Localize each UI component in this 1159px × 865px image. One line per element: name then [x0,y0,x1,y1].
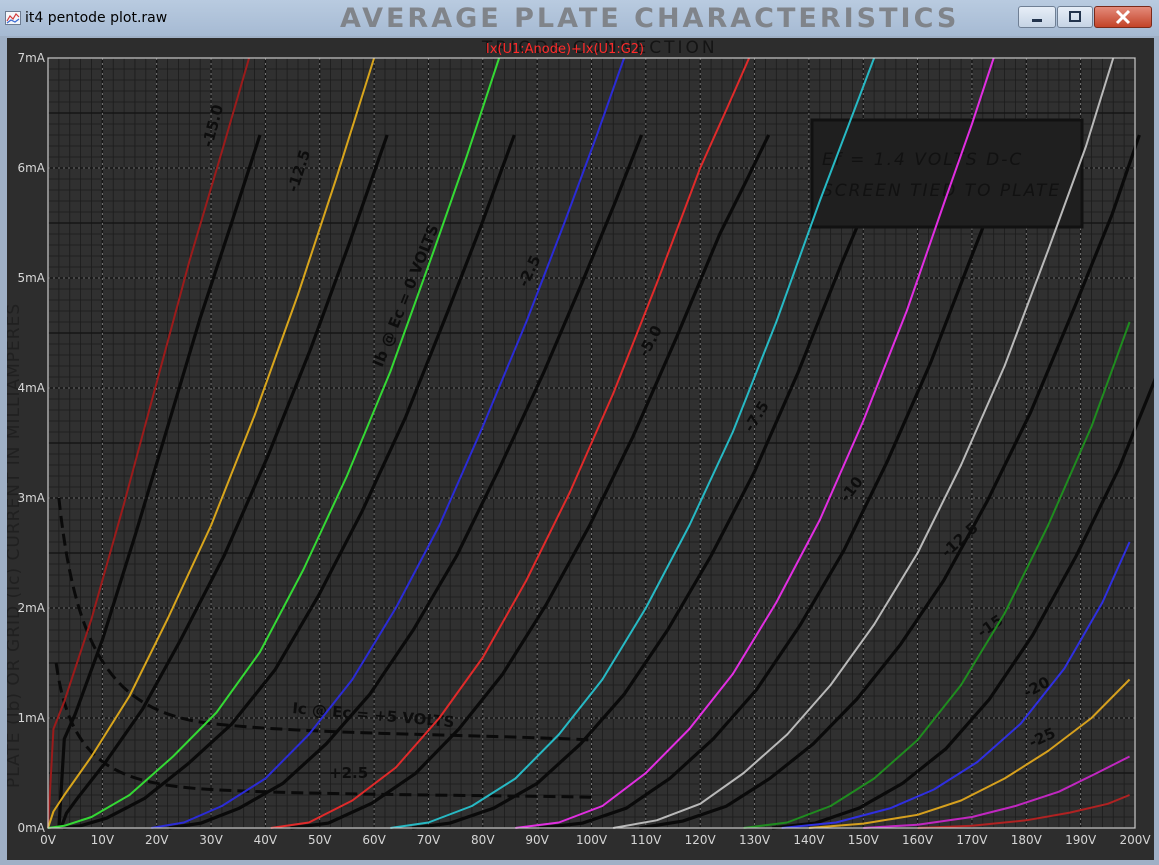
conditions-line-1: Ef = 1.4 VOLTS D-C [822,150,1023,170]
plot-file-icon [5,10,21,25]
trace-expression-label[interactable]: Ix(U1:Anode)+Ix(U1:G2) [486,42,644,57]
x-tick-label: 10V [91,833,115,847]
title-bar[interactable]: it4 pentode plot.raw AVERAGE PLATE CHARA… [0,0,1159,36]
x-tick-label: 20V [145,833,169,847]
y-tick-label: 5mA [17,271,45,285]
x-tick-label: 170V [956,833,988,847]
x-tick-label: 130V [739,833,771,847]
x-tick-label: 100V [576,833,608,847]
app-window: it4 pentode plot.raw AVERAGE PLATE CHARA… [0,0,1159,865]
x-tick-labels: 0V 10V 20V 30V 40V 50V 60V 70V 80V 90V 100V 110V 120… [40,833,1151,847]
minimize-icon [1032,19,1042,22]
x-tick-label: 60V [362,833,386,847]
y-tick-label: 4mA [17,381,45,395]
conditions-line-2: SCREEN TIED TO PLATE [822,181,1061,201]
x-tick-label: 0V [40,833,57,847]
x-tick-label: 70V [417,833,441,847]
x-tick-label: 40V [254,833,278,847]
maximize-icon [1069,11,1081,22]
x-tick-label: 30V [199,833,223,847]
y-tick-label: 2mA [17,601,45,615]
plot-pane[interactable]: TRIODE CONNECTION Ef = 1.4 VOLTS D-C SCR… [7,38,1154,860]
x-tick-label: 90V [525,833,549,847]
y-tick-label: 6mA [17,161,45,175]
waveform-plot[interactable]: TRIODE CONNECTION Ef = 1.4 VOLTS D-C SCR… [7,38,1154,860]
maximize-button[interactable] [1057,6,1093,28]
window-title: it4 pentode plot.raw [25,10,168,26]
minimize-button[interactable] [1018,6,1056,28]
y-tick-label: 7mA [17,51,45,65]
scan-curve-label: +2.5 [329,764,368,782]
x-tick-label: 150V [848,833,880,847]
x-tick-label: 50V [308,833,332,847]
conditions-box: Ef = 1.4 VOLTS D-C SCREEN TIED TO PLATE [810,118,1084,229]
y-tick-label: 1mA [17,711,45,725]
y-tick-label: 3mA [17,491,45,505]
scan-header: AVERAGE PLATE CHARACTERISTICS [340,3,960,34]
x-tick-label: 140V [793,833,825,847]
close-button[interactable] [1094,6,1152,28]
x-tick-label: 180V [1011,833,1043,847]
x-tick-label: 160V [902,833,934,847]
x-tick-label: 200V [1119,833,1151,847]
x-tick-label: 190V [1065,833,1097,847]
x-tick-label: 80V [471,833,495,847]
x-tick-label: 120V [685,833,717,847]
x-tick-label: 110V [630,833,662,847]
close-icon [1115,9,1131,25]
